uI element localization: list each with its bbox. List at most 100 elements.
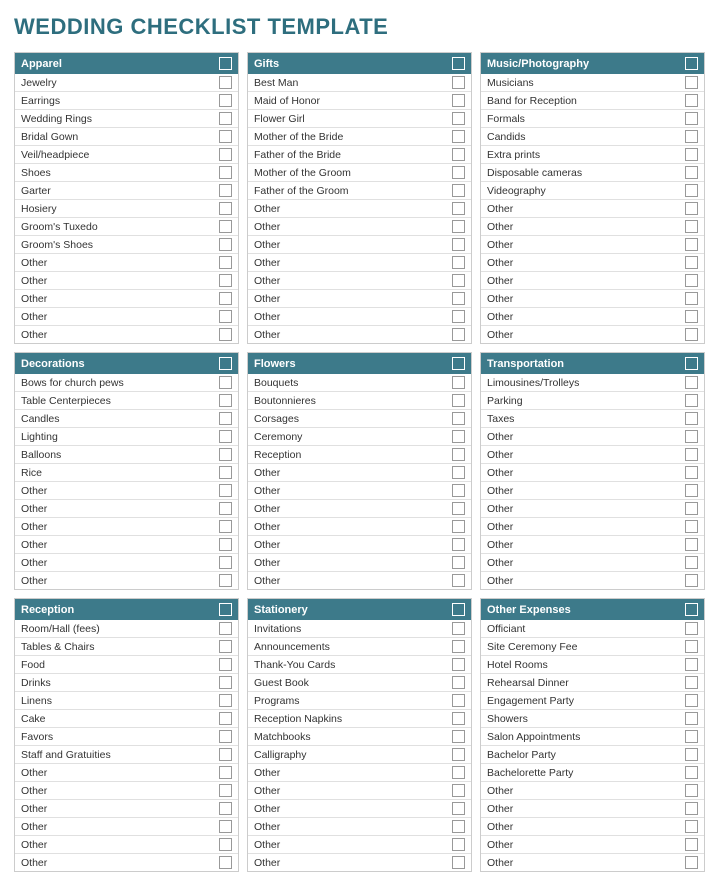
- item-checkbox[interactable]: [452, 430, 465, 443]
- item-checkbox[interactable]: [219, 94, 232, 107]
- item-checkbox[interactable]: [452, 802, 465, 815]
- item-checkbox[interactable]: [685, 238, 698, 251]
- item-checkbox[interactable]: [685, 520, 698, 533]
- item-checkbox[interactable]: [219, 856, 232, 869]
- item-checkbox[interactable]: [452, 376, 465, 389]
- item-checkbox[interactable]: [452, 538, 465, 551]
- item-checkbox[interactable]: [219, 820, 232, 833]
- section-checkbox-gifts[interactable]: [452, 57, 465, 70]
- item-checkbox[interactable]: [219, 556, 232, 569]
- item-checkbox[interactable]: [452, 310, 465, 323]
- item-checkbox[interactable]: [685, 184, 698, 197]
- item-checkbox[interactable]: [452, 94, 465, 107]
- item-checkbox[interactable]: [452, 274, 465, 287]
- item-checkbox[interactable]: [685, 802, 698, 815]
- item-checkbox[interactable]: [685, 394, 698, 407]
- item-checkbox[interactable]: [219, 640, 232, 653]
- item-checkbox[interactable]: [219, 802, 232, 815]
- item-checkbox[interactable]: [685, 256, 698, 269]
- item-checkbox[interactable]: [685, 94, 698, 107]
- item-checkbox[interactable]: [219, 784, 232, 797]
- section-checkbox-other-expenses[interactable]: [685, 603, 698, 616]
- item-checkbox[interactable]: [685, 376, 698, 389]
- item-checkbox[interactable]: [685, 466, 698, 479]
- section-checkbox-apparel[interactable]: [219, 57, 232, 70]
- item-checkbox[interactable]: [452, 520, 465, 533]
- item-checkbox[interactable]: [452, 148, 465, 161]
- item-checkbox[interactable]: [219, 622, 232, 635]
- item-checkbox[interactable]: [685, 310, 698, 323]
- item-checkbox[interactable]: [219, 676, 232, 689]
- item-checkbox[interactable]: [219, 112, 232, 125]
- item-checkbox[interactable]: [685, 430, 698, 443]
- item-checkbox[interactable]: [452, 484, 465, 497]
- item-checkbox[interactable]: [452, 766, 465, 779]
- item-checkbox[interactable]: [685, 202, 698, 215]
- section-checkbox-music-photography[interactable]: [685, 57, 698, 70]
- item-checkbox[interactable]: [685, 112, 698, 125]
- item-checkbox[interactable]: [685, 274, 698, 287]
- item-checkbox[interactable]: [452, 466, 465, 479]
- item-checkbox[interactable]: [685, 448, 698, 461]
- item-checkbox[interactable]: [685, 76, 698, 89]
- item-checkbox[interactable]: [219, 466, 232, 479]
- item-checkbox[interactable]: [452, 556, 465, 569]
- item-checkbox[interactable]: [452, 838, 465, 851]
- item-checkbox[interactable]: [452, 574, 465, 587]
- item-checkbox[interactable]: [685, 712, 698, 725]
- item-checkbox[interactable]: [452, 112, 465, 125]
- item-checkbox[interactable]: [685, 220, 698, 233]
- item-checkbox[interactable]: [685, 838, 698, 851]
- item-checkbox[interactable]: [219, 430, 232, 443]
- item-checkbox[interactable]: [452, 730, 465, 743]
- item-checkbox[interactable]: [452, 658, 465, 671]
- item-checkbox[interactable]: [452, 856, 465, 869]
- item-checkbox[interactable]: [452, 76, 465, 89]
- item-checkbox[interactable]: [219, 448, 232, 461]
- item-checkbox[interactable]: [685, 556, 698, 569]
- item-checkbox[interactable]: [452, 238, 465, 251]
- item-checkbox[interactable]: [685, 694, 698, 707]
- item-checkbox[interactable]: [452, 184, 465, 197]
- item-checkbox[interactable]: [452, 328, 465, 341]
- section-checkbox-transportation[interactable]: [685, 357, 698, 370]
- item-checkbox[interactable]: [685, 640, 698, 653]
- item-checkbox[interactable]: [685, 784, 698, 797]
- item-checkbox[interactable]: [685, 622, 698, 635]
- item-checkbox[interactable]: [219, 76, 232, 89]
- item-checkbox[interactable]: [452, 448, 465, 461]
- item-checkbox[interactable]: [219, 220, 232, 233]
- item-checkbox[interactable]: [452, 394, 465, 407]
- section-checkbox-stationery[interactable]: [452, 603, 465, 616]
- item-checkbox[interactable]: [219, 766, 232, 779]
- item-checkbox[interactable]: [219, 412, 232, 425]
- item-checkbox[interactable]: [219, 730, 232, 743]
- item-checkbox[interactable]: [452, 256, 465, 269]
- item-checkbox[interactable]: [219, 184, 232, 197]
- item-checkbox[interactable]: [452, 712, 465, 725]
- item-checkbox[interactable]: [219, 274, 232, 287]
- item-checkbox[interactable]: [219, 130, 232, 143]
- item-checkbox[interactable]: [219, 502, 232, 515]
- item-checkbox[interactable]: [685, 856, 698, 869]
- item-checkbox[interactable]: [685, 292, 698, 305]
- item-checkbox[interactable]: [219, 484, 232, 497]
- item-checkbox[interactable]: [685, 130, 698, 143]
- item-checkbox[interactable]: [685, 820, 698, 833]
- item-checkbox[interactable]: [219, 328, 232, 341]
- item-checkbox[interactable]: [452, 502, 465, 515]
- item-checkbox[interactable]: [452, 202, 465, 215]
- item-checkbox[interactable]: [685, 502, 698, 515]
- item-checkbox[interactable]: [219, 310, 232, 323]
- item-checkbox[interactable]: [219, 574, 232, 587]
- item-checkbox[interactable]: [685, 328, 698, 341]
- item-checkbox[interactable]: [219, 520, 232, 533]
- item-checkbox[interactable]: [685, 148, 698, 161]
- item-checkbox[interactable]: [219, 694, 232, 707]
- item-checkbox[interactable]: [219, 838, 232, 851]
- item-checkbox[interactable]: [219, 712, 232, 725]
- item-checkbox[interactable]: [219, 238, 232, 251]
- item-checkbox[interactable]: [452, 748, 465, 761]
- item-checkbox[interactable]: [219, 658, 232, 671]
- item-checkbox[interactable]: [685, 748, 698, 761]
